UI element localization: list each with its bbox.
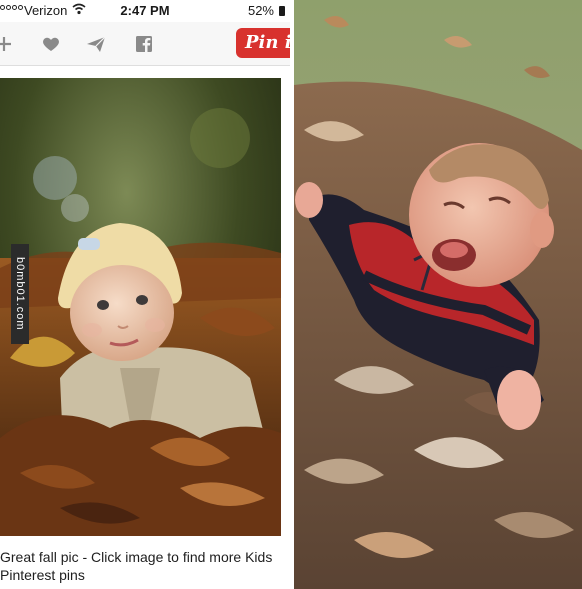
battery-percentage: 52%: [247, 3, 274, 18]
pin-caption: Great fall pic - Click image to find mor…: [0, 549, 273, 583]
status-bar: Verizon 2:47 PM 52%: [0, 0, 290, 22]
facebook-icon[interactable]: [134, 34, 154, 54]
watermark-label: b0mb01.com: [11, 244, 29, 344]
add-icon[interactable]: [0, 34, 14, 54]
send-icon[interactable]: [86, 34, 106, 54]
pin-image[interactable]: [0, 78, 281, 536]
heart-icon[interactable]: [41, 34, 61, 54]
phone-screen: Verizon 2:47 PM 52% Pin it: [0, 0, 290, 589]
pin-it-button[interactable]: Pin it: [236, 28, 290, 58]
crying-baby-in-leaves-photo: [294, 0, 582, 589]
pin-toolbar: Pin it: [0, 22, 290, 66]
crying-baby-photo: [294, 0, 582, 589]
clock: 2:47 PM: [120, 3, 170, 18]
battery-icon: [279, 6, 285, 16]
baby-in-leaves-photo: [0, 78, 281, 536]
